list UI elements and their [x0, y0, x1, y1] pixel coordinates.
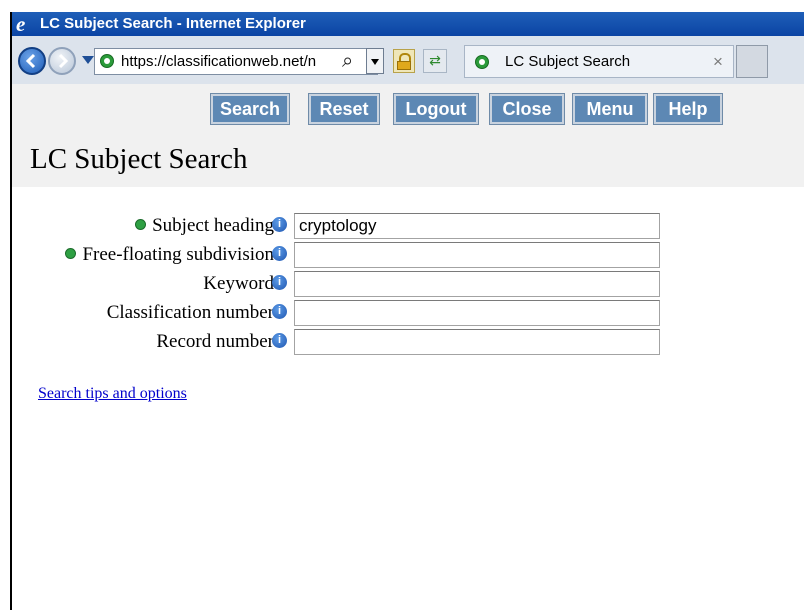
tab-favicon-icon: [475, 55, 489, 69]
subject-heading-label-text: Subject heading: [152, 215, 274, 236]
menu-button[interactable]: Menu: [572, 93, 648, 125]
classification-number-input[interactable]: [294, 300, 660, 326]
logout-button[interactable]: Logout: [393, 93, 479, 125]
page-title: LC Subject Search: [30, 143, 248, 175]
classification-number-label-text: Classification number: [106, 302, 274, 323]
forward-arrow-icon: [58, 53, 69, 69]
search-tips-link[interactable]: Search tips and options: [38, 385, 187, 403]
lock-icon[interactable]: [393, 49, 415, 73]
help-button[interactable]: Help: [653, 93, 723, 125]
free-floating-subdivision-label: Free-floating subdivision: [65, 244, 274, 266]
info-icon[interactable]: i: [272, 246, 287, 261]
forward-button[interactable]: [48, 47, 76, 75]
subject-heading-input[interactable]: cryptology: [294, 213, 660, 239]
info-icon[interactable]: i: [272, 275, 287, 290]
new-tab-button[interactable]: [736, 45, 768, 78]
free-floating-subdivision-input[interactable]: [294, 242, 660, 268]
back-button[interactable]: [18, 47, 46, 75]
title-bar: e LC Subject Search - Internet Explorer: [12, 12, 804, 36]
record-number-input[interactable]: [294, 329, 660, 355]
page-header: LC Subject Search: [12, 126, 804, 187]
keyword-input[interactable]: [294, 271, 660, 297]
keyword-label-text: Keyword: [203, 273, 274, 294]
info-icon[interactable]: i: [272, 333, 287, 348]
site-favicon-icon: [100, 54, 114, 68]
record-number-label-text: Record number: [156, 331, 274, 352]
address-bar[interactable]: https://classificationweb.net/n: [94, 48, 378, 75]
tab-close-icon[interactable]: ×: [713, 46, 723, 77]
refresh-icon[interactable]: ⇄: [423, 49, 447, 73]
close-button[interactable]: Close: [489, 93, 565, 125]
free-floating-subdivision-label-text: Free-floating subdivision: [82, 244, 274, 265]
info-icon[interactable]: i: [272, 304, 287, 319]
search-button[interactable]: Search: [210, 93, 290, 125]
keyword-label: Keyword: [203, 273, 274, 295]
reset-button[interactable]: Reset: [308, 93, 380, 125]
ie-logo-icon: e: [16, 12, 26, 36]
address-url: https://classificationweb.net/n: [121, 53, 317, 70]
search-icon[interactable]: ⌕: [342, 48, 366, 74]
classification-number-label: Classification number: [107, 302, 274, 324]
record-number-label: Record number: [156, 331, 274, 353]
required-marker-icon: [65, 248, 77, 260]
info-icon[interactable]: i: [272, 217, 287, 232]
navigation-bar: https://classificationweb.net/n ⌕ ⇄ LC S…: [12, 36, 804, 85]
toolbar: Search Reset Logout Close Menu Help: [12, 84, 804, 126]
window-title: LC Subject Search - Internet Explorer: [40, 15, 306, 32]
address-dropdown-button[interactable]: [366, 48, 384, 74]
browser-tab[interactable]: LC Subject Search ×: [464, 45, 734, 78]
browser-window: e LC Subject Search - Internet Explorer …: [10, 12, 804, 610]
tab-title: LC Subject Search: [505, 53, 631, 70]
history-dropdown-icon[interactable]: [82, 56, 94, 64]
required-marker-icon: [135, 219, 147, 231]
subject-heading-label: Subject heading: [135, 215, 274, 237]
back-arrow-icon: [25, 53, 36, 69]
